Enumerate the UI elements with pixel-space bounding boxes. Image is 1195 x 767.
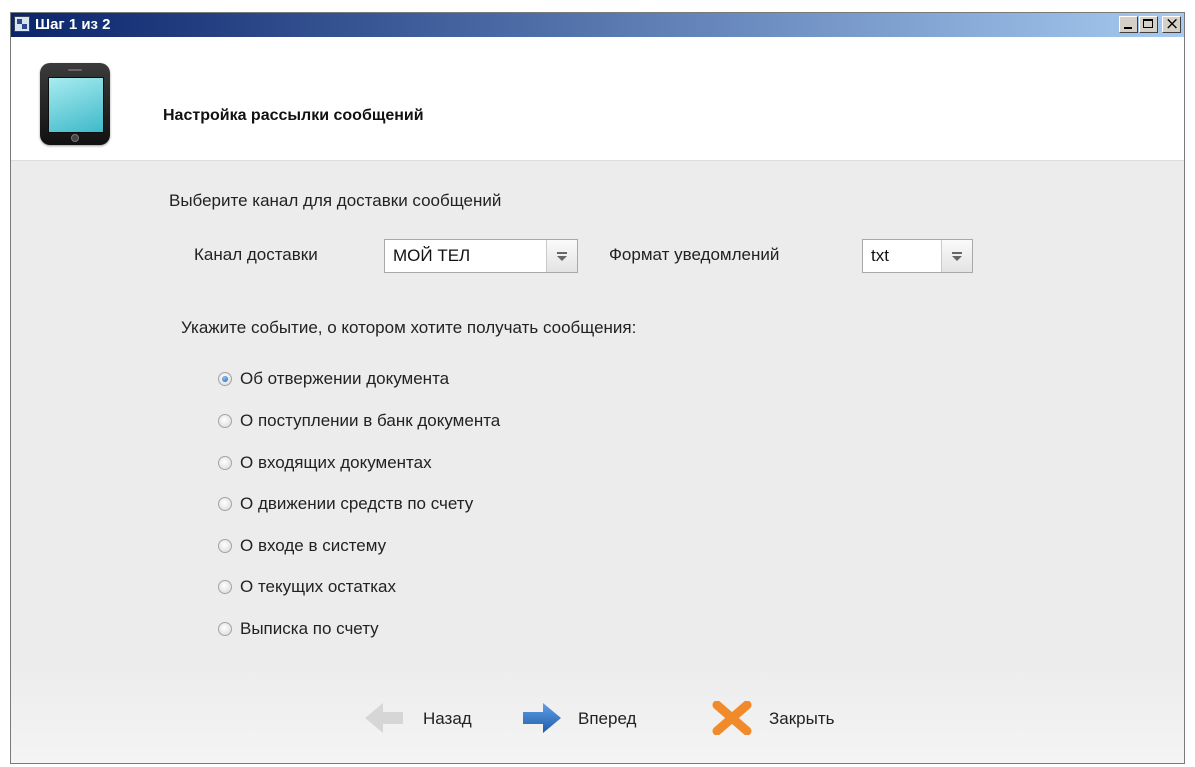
wizard-header: Настройка рассылки сообщений [11, 37, 1184, 161]
arrow-right-icon [523, 703, 561, 733]
window-close-button[interactable] [1162, 14, 1181, 34]
event-radio-label: О текущих остатках [240, 577, 397, 596]
radio-button[interactable] [218, 539, 232, 553]
forward-button[interactable]: Вперед [521, 699, 681, 739]
minimize-button[interactable] [1119, 16, 1138, 33]
close-button[interactable]: Закрыть [711, 699, 871, 739]
back-button-label: Назад [423, 709, 472, 728]
maximize-button[interactable] [1139, 16, 1158, 33]
page-title: Настройка рассылки сообщений [163, 107, 424, 124]
event-radio-label: О поступлении в банк документа [240, 411, 501, 430]
format-select-value: txt [871, 246, 889, 265]
event-prompt: Укажите событие, о котором хотите получа… [181, 318, 637, 337]
radio-button[interactable] [218, 414, 232, 428]
window-title: Шаг 1 из 2 [35, 16, 111, 33]
channel-select[interactable]: МОЙ ТЕЛ [384, 239, 578, 273]
chevron-down-icon[interactable] [546, 240, 577, 272]
title-bar[interactable]: Шаг 1 из 2 [11, 13, 1184, 37]
event-radio-label: Об отвержении документа [240, 369, 450, 388]
channel-label: Канал доставки [194, 245, 318, 264]
channel-select-value: МОЙ ТЕЛ [393, 246, 471, 265]
format-select[interactable]: txt [862, 239, 973, 273]
close-x-icon [712, 701, 752, 735]
app-icon [14, 16, 30, 32]
forward-button-label: Вперед [578, 709, 637, 728]
event-radio-label: Выписка по счету [240, 619, 379, 638]
radio-button[interactable] [218, 580, 232, 594]
close-button-label: Закрыть [769, 709, 835, 728]
chevron-down-icon[interactable] [941, 240, 972, 272]
event-radio-label: О входе в систему [240, 536, 387, 555]
radio-button[interactable] [218, 622, 232, 636]
wizard-window: Шаг 1 из 2 Настройка рассылки сообщений … [10, 12, 1185, 764]
channel-prompt: Выберите канал для доставки сообщений [169, 191, 502, 210]
arrow-left-icon [365, 703, 403, 733]
event-radio-label: О входящих документах [240, 453, 432, 472]
radio-button[interactable] [218, 456, 232, 470]
radio-button[interactable] [218, 497, 232, 511]
radio-button-checked[interactable] [218, 372, 232, 386]
format-label: Формат уведомлений [609, 245, 780, 264]
phone-icon [40, 63, 110, 145]
event-radio-label: О движении средств по счету [240, 494, 474, 513]
back-button[interactable]: Назад [363, 699, 498, 739]
